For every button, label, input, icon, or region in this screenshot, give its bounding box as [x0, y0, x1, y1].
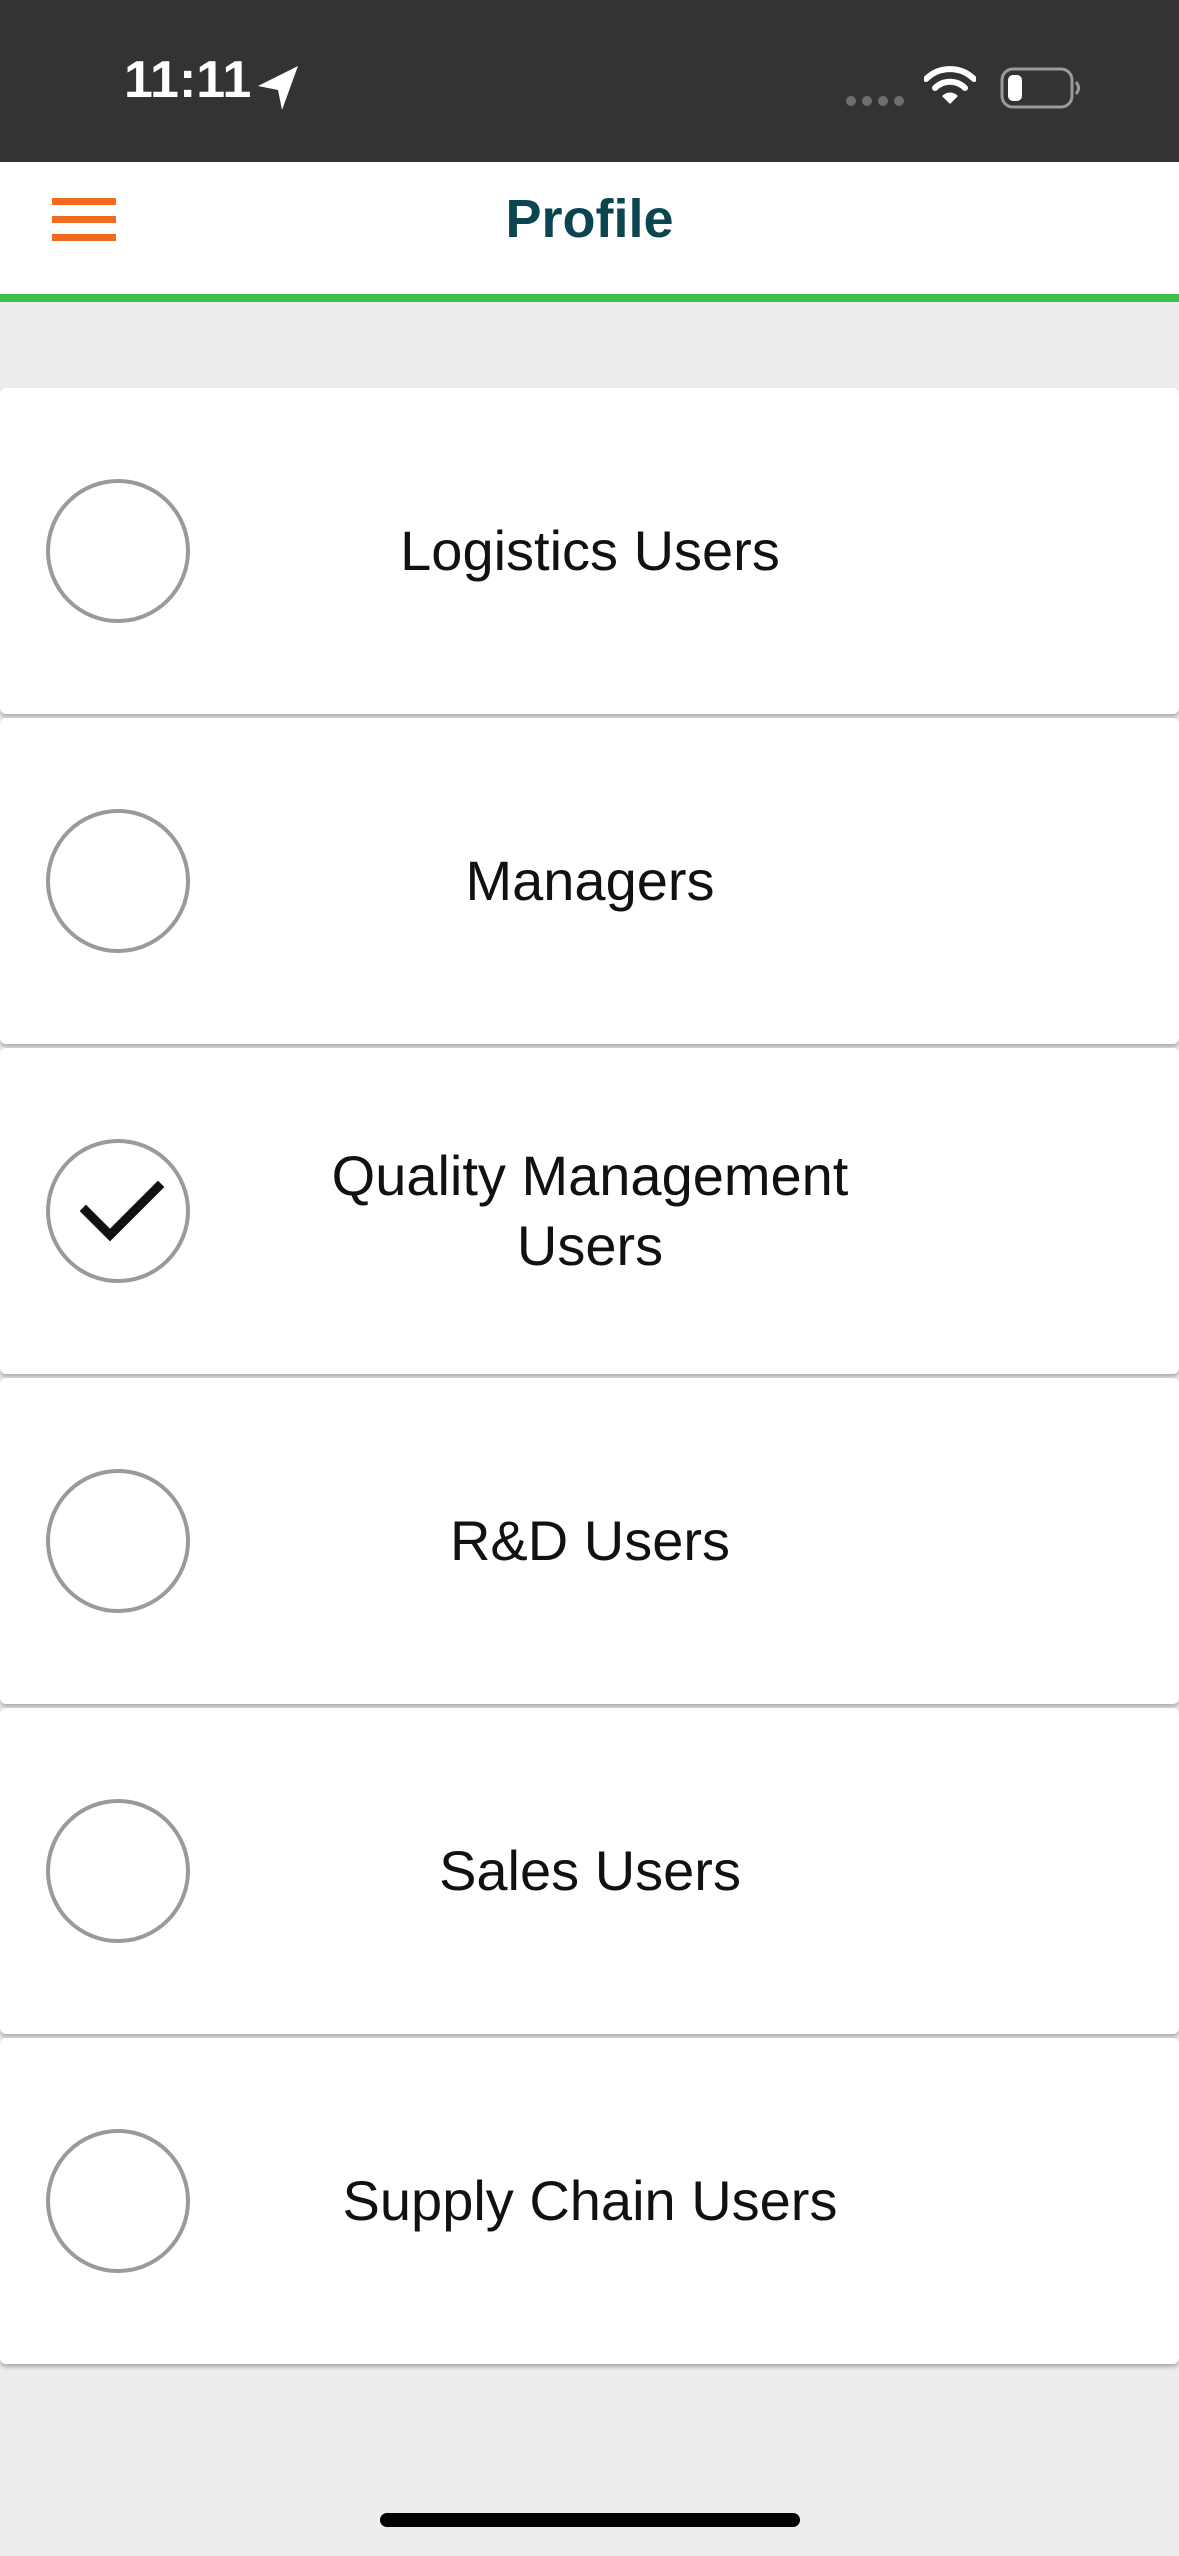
profile-option-rd-users[interactable]: R&D Users	[0, 1378, 1179, 1704]
profile-label: Supply Chain Users	[342, 2169, 838, 2232]
profile-list: Logistics Users Managers Quality Managem…	[0, 388, 1179, 2368]
location-arrow-icon	[258, 66, 298, 110]
header-divider	[0, 294, 1179, 302]
wifi-icon	[924, 66, 976, 104]
profile-label: Quality Management Users	[331, 1144, 849, 1277]
cellular-signal-icon	[846, 96, 904, 106]
page-title: Profile	[505, 189, 674, 249]
battery-icon	[1000, 67, 1080, 109]
status-bar: 11:11	[0, 0, 1179, 162]
radio-button[interactable]	[46, 1469, 190, 1613]
status-time: 11:11	[124, 51, 252, 109]
radio-button-selected[interactable]	[46, 1139, 190, 1283]
radio-button[interactable]	[46, 2129, 190, 2273]
home-indicator	[380, 2513, 800, 2527]
radio-button[interactable]	[46, 479, 190, 623]
profile-option-managers[interactable]: Managers	[0, 718, 1179, 1044]
profile-option-quality-management-users[interactable]: Quality Management Users	[0, 1048, 1179, 1374]
profile-option-sales-users[interactable]: Sales Users	[0, 1708, 1179, 2034]
profile-label: Sales Users	[439, 1839, 741, 1902]
checkmark-icon	[80, 1181, 164, 1242]
radio-button[interactable]	[46, 1799, 190, 1943]
profile-label: Managers	[465, 849, 715, 912]
profile-option-logistics-users[interactable]: Logistics Users	[0, 388, 1179, 714]
profile-label: Logistics Users	[400, 519, 780, 582]
radio-button[interactable]	[46, 809, 190, 953]
profile-label: R&D Users	[449, 1509, 731, 1572]
profile-option-supply-chain-users[interactable]: Supply Chain Users	[0, 2038, 1179, 2364]
